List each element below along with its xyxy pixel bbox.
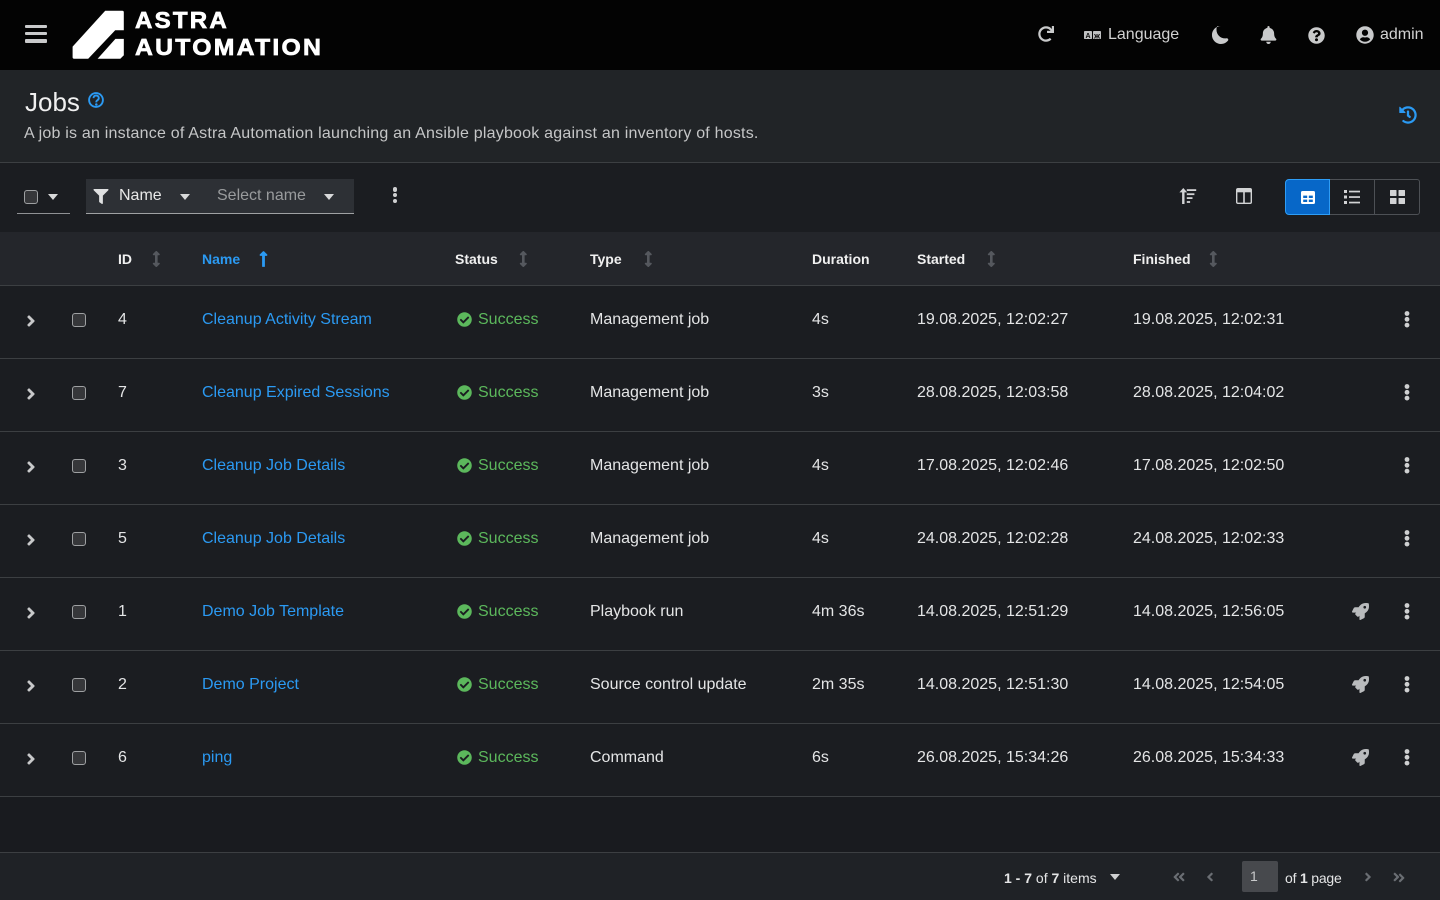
svg-text:A: A [1085, 33, 1090, 39]
svg-text:ж: ж [1093, 31, 1101, 39]
